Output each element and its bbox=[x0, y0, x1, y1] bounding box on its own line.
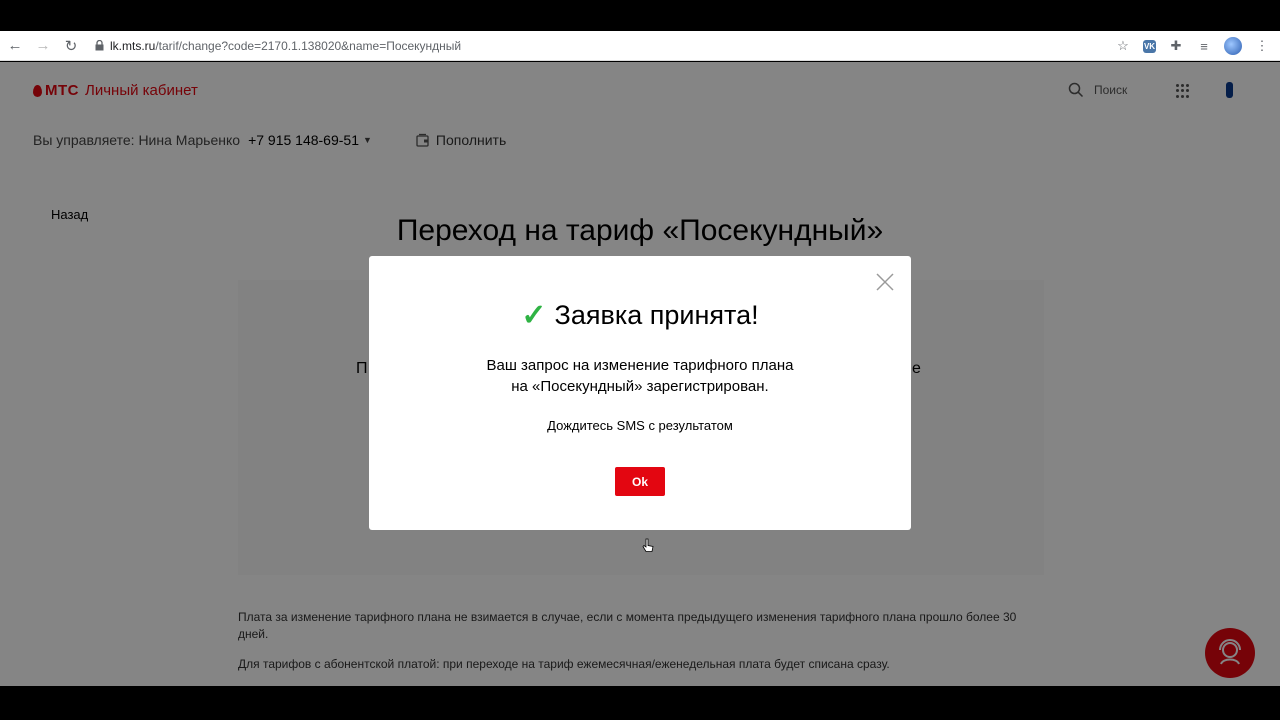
ok-button[interactable]: Ok bbox=[615, 467, 665, 496]
lock-icon[interactable] bbox=[92, 39, 106, 53]
star-icon[interactable]: ☆ bbox=[1115, 38, 1131, 54]
reload-icon[interactable]: ↻ bbox=[58, 33, 84, 59]
menu-dots-icon[interactable]: ⋮ bbox=[1254, 38, 1270, 54]
success-dialog: ✓ Заявка принята! Ваш запрос на изменени… bbox=[369, 256, 911, 530]
back-arrow-icon[interactable]: ← bbox=[2, 33, 28, 59]
checkmark-icon: ✓ bbox=[521, 299, 547, 332]
close-icon[interactable] bbox=[875, 272, 895, 292]
url-host: lk.mts.ru bbox=[110, 38, 156, 53]
dialog-message-line-2: на «Посекундный» зарегистрирован. bbox=[511, 378, 769, 395]
cursor-icon bbox=[642, 538, 654, 552]
playlist-icon[interactable]: ≡ bbox=[1196, 38, 1212, 54]
dialog-note: Дождитесь SMS с результатом bbox=[547, 418, 733, 433]
dialog-message-line-1: Ваш запрос на изменение тарифного плана bbox=[486, 357, 794, 374]
browser-toolbar: ← → ↻ lk.mts.ru/tarif/change?code=2170.1… bbox=[0, 31, 1280, 61]
profile-avatar[interactable] bbox=[1224, 37, 1242, 55]
page: МТС Личный кабинет Поиск Вы управляете: … bbox=[0, 62, 1280, 686]
dialog-message: Ваш запрос на изменение тарифного плана … bbox=[369, 355, 911, 397]
dialog-title-text: Заявка принята! bbox=[554, 300, 759, 330]
forward-arrow-icon[interactable]: → bbox=[30, 33, 56, 59]
address-bar[interactable]: lk.mts.ru/tarif/change?code=2170.1.13802… bbox=[110, 39, 461, 53]
url-path: /tarif/change?code=2170.1.138020&name=По… bbox=[155, 38, 462, 53]
extension-icon[interactable]: ✚ bbox=[1168, 38, 1184, 54]
dialog-title: ✓ Заявка принята! bbox=[369, 298, 911, 333]
vk-extension-icon[interactable]: VK bbox=[1143, 39, 1156, 53]
